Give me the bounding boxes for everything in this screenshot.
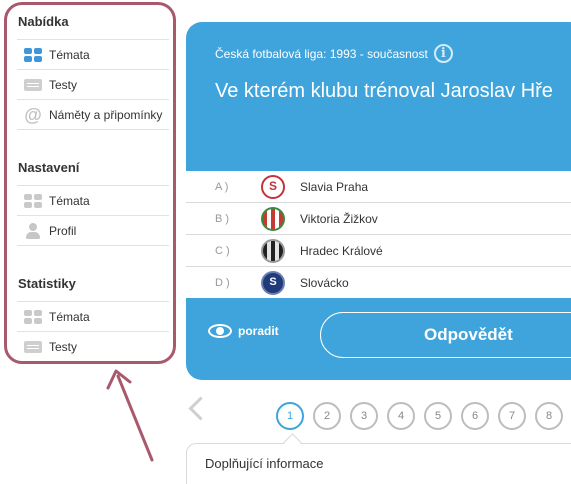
answer-label: Slovácko	[300, 275, 349, 290]
page-button[interactable]: 8	[535, 402, 563, 430]
page-button[interactable]: 1	[276, 402, 304, 430]
page-button[interactable]: 3	[350, 402, 378, 430]
page-button[interactable]: 6	[461, 402, 489, 430]
club-crest-icon	[261, 206, 285, 231]
grid-icon	[23, 193, 43, 209]
eye-icon	[208, 324, 232, 338]
sidebar-item-stats-temata[interactable]: Témata	[17, 301, 169, 331]
answer-letter: C )	[215, 244, 230, 257]
hint-button[interactable]: poradit	[208, 324, 279, 338]
sidebar-item-stats-testy[interactable]: Testy	[17, 331, 169, 361]
sidebar-item-settings-temata[interactable]: Témata	[17, 185, 169, 215]
sidebar-item-testy[interactable]: Testy	[17, 69, 169, 99]
club-crest-icon	[261, 270, 285, 295]
category-label: Česká fotbalová liga: 1993 - současnost	[215, 46, 428, 61]
page-button[interactable]: 7	[498, 402, 526, 430]
stats-section-title: Statistiky	[18, 276, 76, 291]
answer-letter: D )	[215, 276, 230, 289]
answer-option-d[interactable]: D ) Slovácko	[186, 267, 571, 298]
page-button[interactable]: 5	[424, 402, 452, 430]
answer-letter: A )	[215, 180, 229, 193]
sidebar-item-label: Témata	[49, 47, 90, 62]
question-category: Česká fotbalová liga: 1993 - současnost …	[215, 44, 453, 63]
info-icon[interactable]: i	[433, 44, 453, 63]
grid-icon	[23, 309, 43, 325]
question-card: Česká fotbalová liga: 1993 - současnost …	[186, 22, 571, 380]
sidebar-item-namety[interactable]: @ Náměty a připomínky	[17, 99, 169, 130]
menu-section-title: Nabídka	[18, 14, 69, 29]
answer-list: A ) Slavia Praha B ) Viktoria Žižkov C )…	[186, 171, 571, 298]
sidebar-item-profil[interactable]: Profil	[17, 215, 169, 246]
question-text: Ve kterém klubu trénoval Jaroslav Hře	[215, 80, 553, 102]
highlight-arrow-icon	[106, 369, 154, 462]
answer-label: Hradec Králové	[300, 243, 383, 258]
settings-section-title: Nastavení	[18, 160, 80, 175]
answer-label: Viktoria Žižkov	[300, 211, 378, 226]
at-icon: @	[24, 104, 42, 125]
person-icon	[23, 222, 43, 239]
club-crest-icon	[261, 174, 285, 199]
answer-letter: B )	[215, 212, 230, 225]
sidebar-item-temata[interactable]: Témata	[17, 39, 169, 69]
list-icon	[23, 77, 43, 93]
previous-chevron-icon[interactable]	[188, 396, 213, 421]
answer-option-c[interactable]: C ) Hradec Králové	[186, 235, 571, 267]
question-pagination: 1 2 3 4 5 6 7 8	[276, 402, 563, 430]
sidebar-item-label: Testy	[49, 339, 78, 354]
sidebar-highlight: Nabídka Témata Testy @ Náměty a připomín…	[4, 2, 176, 364]
sidebar-item-label: Témata	[49, 193, 90, 208]
sidebar-item-label: Profil	[49, 223, 77, 238]
card-actions: poradit Odpovědět	[186, 296, 571, 380]
page-button[interactable]: 4	[387, 402, 415, 430]
hint-label: poradit	[238, 324, 279, 338]
answer-label: Slavia Praha	[300, 179, 369, 194]
list-icon	[23, 339, 43, 355]
sidebar-item-label: Náměty a připomínky	[49, 107, 163, 122]
submit-answer-button[interactable]: Odpovědět	[320, 312, 571, 358]
page-button[interactable]: 2	[313, 402, 341, 430]
club-crest-icon	[261, 238, 285, 263]
grid-icon	[23, 47, 43, 63]
sidebar-item-label: Testy	[49, 77, 78, 92]
answer-option-b[interactable]: B ) Viktoria Žižkov	[186, 203, 571, 235]
sidebar-item-label: Témata	[49, 309, 90, 324]
answer-option-a[interactable]: A ) Slavia Praha	[186, 171, 571, 203]
